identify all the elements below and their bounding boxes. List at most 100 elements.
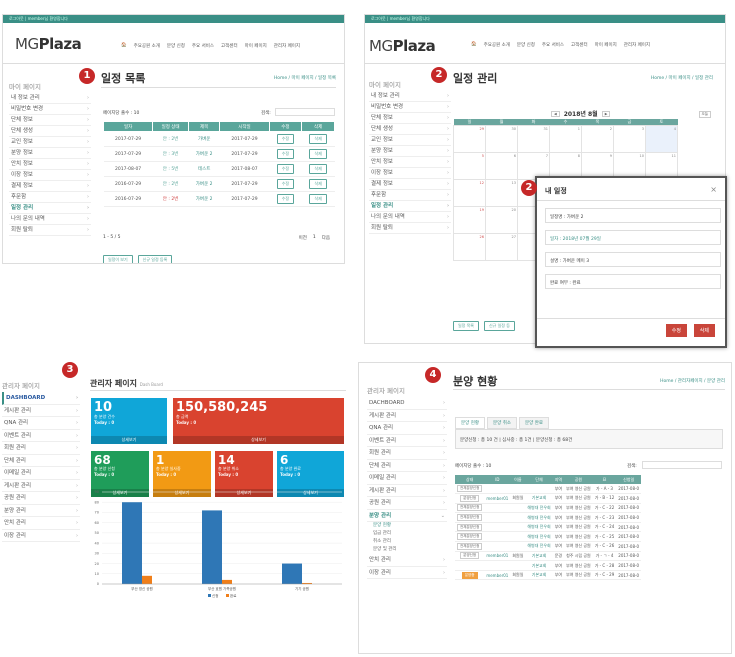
stat-card[interactable]: 150,580,245 총 금액 Today : 0 상세보기 [173,398,344,444]
column-header[interactable]: 시작일 [219,121,270,132]
sidebar-item[interactable]: 게시판 관리 › [2,480,80,492]
sidebar-item[interactable]: 분양 관리 › [2,505,80,517]
new-schedule-button[interactable]: 신규 일정 등록 [137,255,173,263]
sidebar-item[interactable]: 결제 정보 › [369,179,451,190]
calendar-day[interactable]: 4 [645,125,678,153]
sidebar-item[interactable]: QNA 관리 › [367,422,447,435]
details-link[interactable]: 상세보기 [91,436,167,444]
edit-button[interactable]: 수정 [276,164,295,174]
table-cell[interactable]: 가벼운 [188,131,220,147]
sidebar-item[interactable]: 게시판 관리 › [2,405,80,417]
sidebar-item[interactable]: 안치 관리 › [367,554,447,567]
table-cell[interactable]: 가벼운 2 [188,146,220,162]
status-badge[interactable]: 분양신청 [460,552,480,560]
table-cell[interactable]: 가벼운 2 [188,176,220,192]
sidebar-item[interactable]: 후문함 › [369,190,451,201]
sidebar-item[interactable]: 게시판 관리 › [367,410,447,422]
search-input[interactable] [642,461,722,469]
sidebar-item[interactable]: 공원 관리 › [2,492,80,505]
sidebar-item[interactable]: 회원 탈퇴 › [9,225,91,236]
calendar-view-button[interactable]: 일정이 보기 [103,255,133,263]
column-header[interactable]: 상태 [455,475,485,484]
sidebar-item[interactable]: 이장 관리 › [367,567,447,579]
table-cell[interactable]: member01 [486,496,508,501]
tab[interactable]: 분양 현황 [455,417,485,429]
nav-item[interactable]: 주요공원 소개 [484,42,510,48]
sidebar-subitem[interactable]: 분양 현황 [367,522,447,530]
calendar-day[interactable]: 20 [485,206,518,234]
details-link[interactable]: 상세보기 [173,436,344,444]
sidebar-item[interactable]: 이메일 관리 › [2,467,80,480]
calendar-day[interactable]: 26 [453,233,486,261]
column-header[interactable]: 지역 [552,475,565,484]
sidebar-item[interactable]: 교인 정보 › [9,137,91,148]
sidebar-item[interactable]: 이장 정보 › [9,170,91,181]
calendar-day[interactable]: 29 [453,125,486,153]
calendar-day[interactable]: 13 [485,179,518,207]
sidebar-item[interactable]: 게시판 관리 › [367,485,447,497]
nav-item[interactable]: 관리자 페이지 [274,43,300,49]
logo[interactable]: MGPlaza [369,37,436,55]
next-link[interactable]: 다음 [322,235,330,241]
stat-card[interactable]: 10 총 분양 건수 Today : 0 상세보기 [91,398,167,444]
sidebar-item[interactable]: 비밀번호 변경 › [9,104,91,115]
sidebar-item[interactable]: 나의 문의 내역 › [9,214,91,225]
column-header[interactable]: 수정 [268,121,303,132]
calendar-day[interactable]: 12 [453,179,486,207]
table-cell[interactable]: member01 [486,553,508,558]
delete-button[interactable]: 삭제 [309,179,327,189]
column-header[interactable]: 신청일 [616,475,641,484]
status-badge[interactable]: 전체분양신청 [457,533,483,541]
sidebar-item[interactable]: 분양 정보 › [9,148,91,159]
date-field[interactable]: 일자 : 2018년 07월 29일 [545,230,721,245]
page-size-select[interactable]: 페이지당 출수 : 10 [455,463,491,469]
nav-item[interactable]: 주요 서비스 [192,43,214,49]
status-badge[interactable]: 분양중 [461,571,478,579]
nav-item[interactable]: 관리자 페이지 [624,42,650,48]
sidebar-item[interactable]: DACHBOARD › [367,397,447,410]
sidebar-item[interactable]: 단체 관리 › [367,460,447,472]
delete-button[interactable]: 삭제 [309,134,327,144]
close-icon[interactable]: × [710,185,717,194]
tab[interactable]: 분양 완료 [519,417,549,429]
calendar-day[interactable]: 6 [485,152,518,180]
sidebar-item[interactable]: 이메일 관리 › [367,472,447,485]
sidebar-item[interactable]: 안치 정보 › [369,157,451,168]
sidebar-item[interactable]: 단체 생성 › [369,124,451,135]
sidebar-item[interactable]: 일정 관리 › [369,201,451,212]
nav-item[interactable]: 분양 신청 [167,43,185,49]
delete-button[interactable]: 삭제 [309,149,327,159]
prev-link[interactable]: 이전 [299,235,307,241]
page-link[interactable]: 1 [313,235,316,241]
column-header[interactable]: 일정 상태 [152,121,189,132]
sidebar-item[interactable]: 결제 정보 › [9,181,91,192]
sidebar-item[interactable]: 내 정보 관리 › [9,93,91,104]
desc-field[interactable]: 설명 : 가벼운 메이 3 [545,252,721,267]
delete-button[interactable]: 삭제 [693,324,715,337]
nav-item[interactable]: 주요공원 소개 [134,43,160,49]
nav-item[interactable]: 마이 페이지 [245,43,267,49]
nav-item[interactable]: 마이 페이지 [595,42,617,48]
prev-month-button[interactable]: ◀ [551,110,560,117]
nav-item[interactable]: 고객센터 [221,43,238,49]
sidebar-item[interactable]: 교인 정보 › [369,135,451,146]
nav-item[interactable]: 고객센터 [571,42,588,48]
tab[interactable]: 분양 취소 [487,417,517,429]
sidebar-item[interactable]: QNA 관리 › [2,417,80,430]
sidebar-item[interactable]: 회원 관리 › [2,442,80,455]
table-cell[interactable]: 테스트 [188,161,220,177]
column-header[interactable]: 이름 [510,475,526,484]
done-field[interactable]: 완료 여부 : 완료 [545,274,721,289]
column-header[interactable]: 제목 [187,121,221,132]
edit-button[interactable]: 수정 [276,179,295,189]
calendar-day[interactable]: 2 [581,125,614,153]
sidebar-item[interactable]: 안치 정보 › [9,159,91,170]
nav-item[interactable]: 주요 서비스 [542,42,564,48]
sidebar-item[interactable]: 일정 관리 › [9,203,91,214]
next-month-button[interactable]: ▶ [601,110,611,117]
sidebar-item[interactable]: 분양 관리 ⌄ [367,510,447,522]
search-input[interactable] [275,108,335,116]
calendar-day[interactable]: 19 [453,206,486,234]
schedule-list-button[interactable]: 일정 목록 [453,321,479,331]
status-badge[interactable]: 전체분양신청 [457,504,483,512]
